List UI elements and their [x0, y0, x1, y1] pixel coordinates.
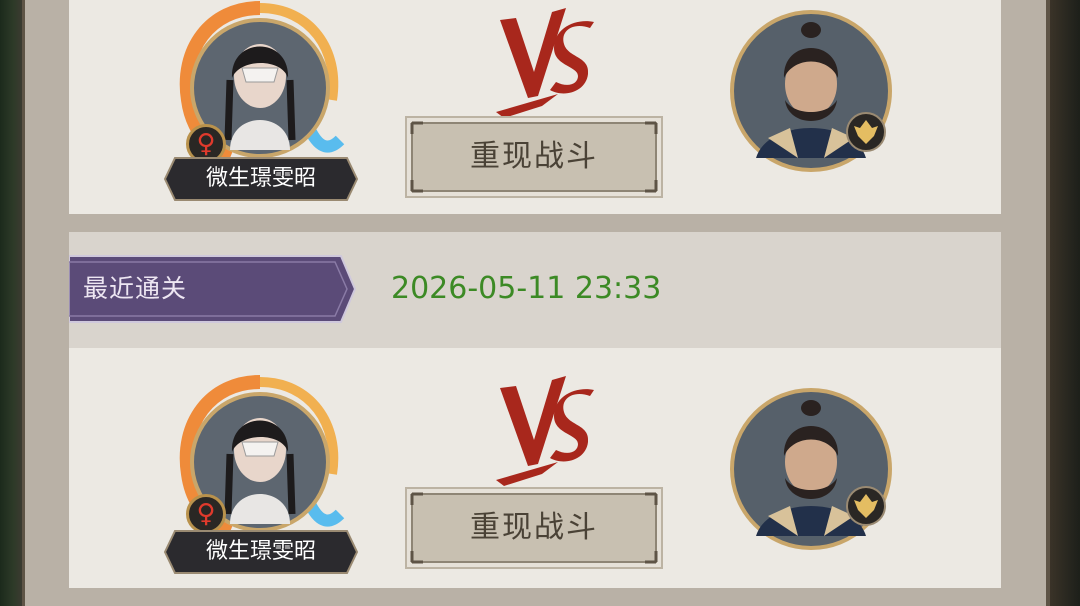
- player-name-plate: 微生璟雯昭: [163, 529, 359, 575]
- opponent-avatar[interactable]: [728, 8, 894, 174]
- gender-badge: ♀: [186, 494, 226, 534]
- vs-icon: [494, 0, 604, 120]
- rank-badge-icon: [846, 112, 886, 152]
- player-name: 微生璟雯昭: [205, 539, 316, 564]
- player-avatar[interactable]: ♀: [170, 0, 350, 170]
- rank-badge-icon: [846, 486, 886, 526]
- opponent-avatar[interactable]: [728, 386, 894, 552]
- vs-icon: [494, 368, 604, 488]
- replay-battle-button[interactable]: 重现战斗: [405, 487, 663, 569]
- replay-battle-button[interactable]: 重现战斗: [405, 116, 663, 198]
- game-background-left: [0, 0, 22, 606]
- game-background-right: [1050, 0, 1080, 606]
- replay-battle-label: 重现战斗: [470, 510, 598, 545]
- replay-battle-label: 重现战斗: [470, 139, 598, 174]
- latest-clear-time: 2026-05-11 23:33: [391, 271, 662, 306]
- player-avatar[interactable]: ♀: [170, 374, 350, 544]
- player-name: 微生璟雯昭: [205, 166, 316, 191]
- player-name-plate: 微生璟雯昭: [163, 156, 359, 202]
- gender-symbol: ♀: [196, 499, 216, 529]
- latest-clear-label: 最近通关: [83, 274, 188, 303]
- latest-clear-badge: 最近通关: [68, 254, 357, 324]
